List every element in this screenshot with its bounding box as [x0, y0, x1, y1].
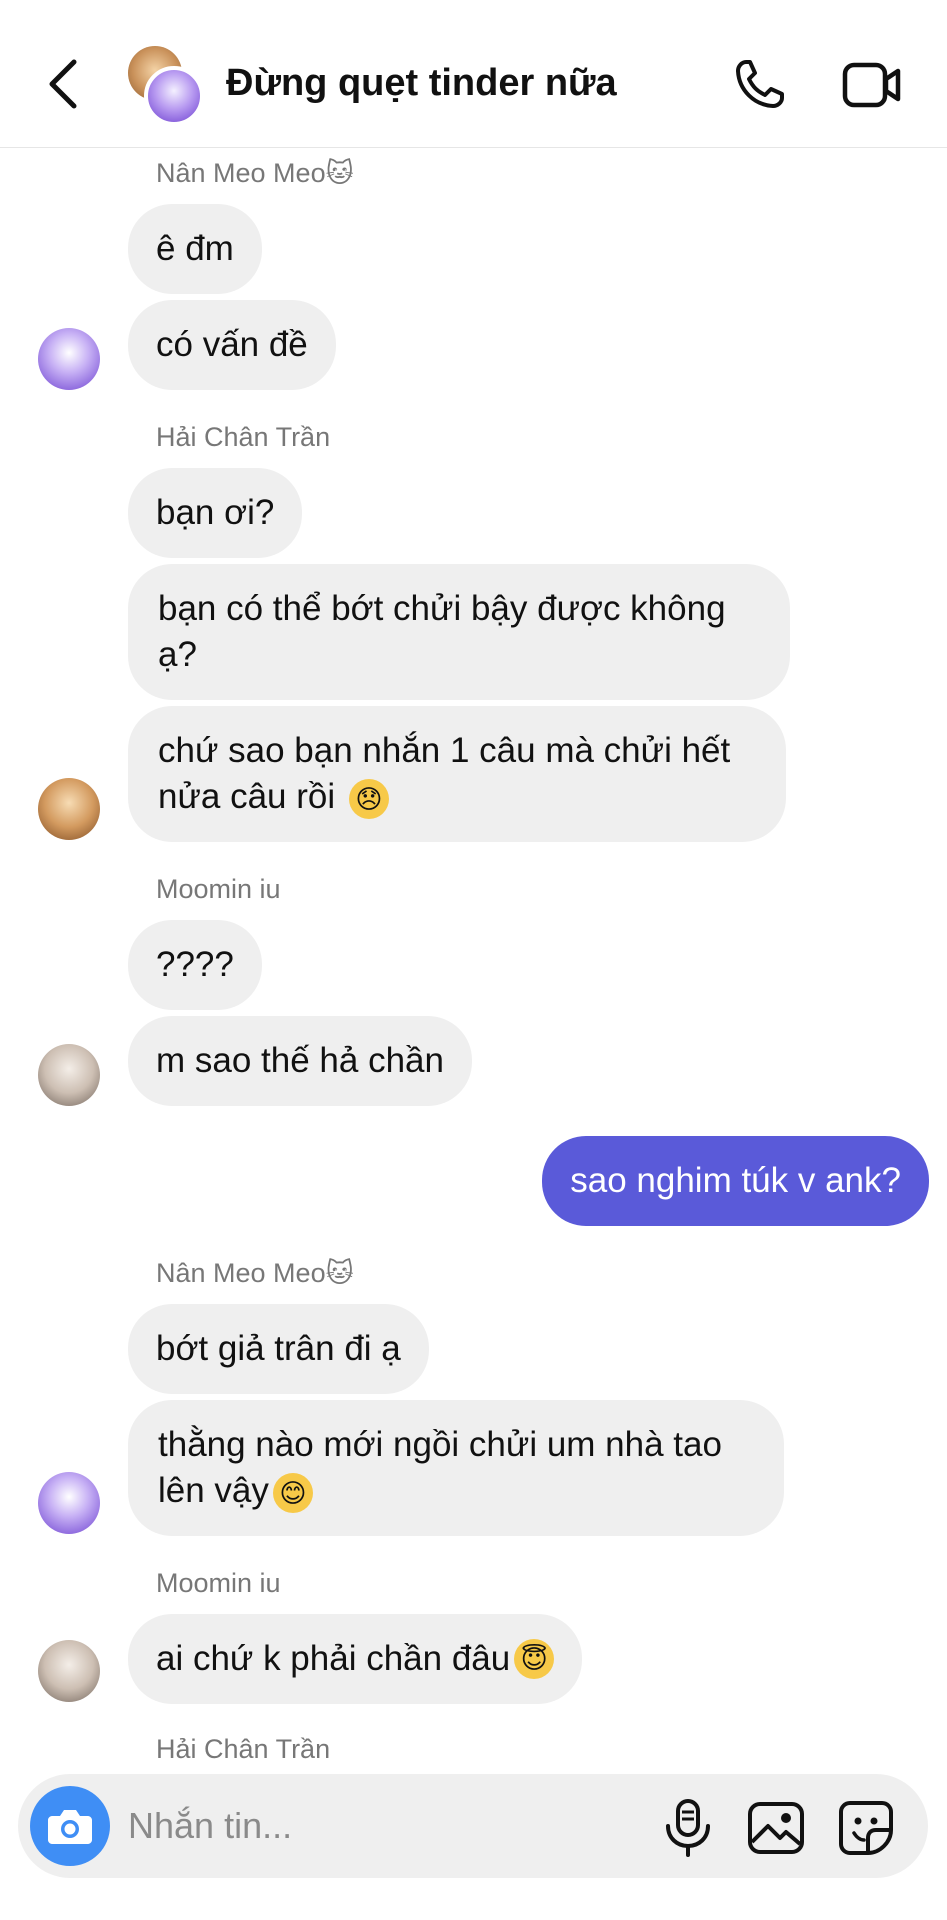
- message-text: thằng nào mới ngồi chửi um nhà tao: [158, 1425, 722, 1464]
- sender-name: Nân Meo Meo🐱: [156, 158, 354, 188]
- message-text: bạn ơi?: [156, 493, 275, 532]
- message-text: có vấn đề: [156, 325, 308, 364]
- sender-name: Nân Meo Meo🐱: [156, 1258, 354, 1288]
- message-text: ai chứ k phải chần đâu: [156, 1639, 511, 1678]
- message-text: lên vậy: [158, 1471, 269, 1510]
- video-call-icon[interactable]: [842, 60, 902, 110]
- halo-face-icon: 😇: [514, 1639, 555, 1679]
- message-text: bạn có thể bớt chửi bậy được không: [158, 589, 726, 628]
- phone-icon[interactable]: [732, 56, 788, 112]
- camera-icon: [48, 1810, 92, 1844]
- message-list[interactable]: Nân Meo Meo🐱 ê đm có vấn đề Hải Chân Trầ…: [0, 148, 947, 1770]
- message-text: ????: [156, 945, 234, 984]
- message-bubble[interactable]: chứ sao bạn nhắn 1 câu mà chửi hết nửa c…: [128, 706, 786, 842]
- avatar[interactable]: [38, 1472, 100, 1534]
- message-text: nửa câu rồi: [158, 777, 345, 816]
- camera-button[interactable]: [30, 1786, 110, 1866]
- message-bubble[interactable]: m sao thế hả chần: [128, 1016, 472, 1106]
- message-bubble[interactable]: bớt giả trân đi ạ: [128, 1304, 429, 1394]
- chat-title[interactable]: Đừng quẹt tinder nữa: [226, 62, 617, 105]
- message-bubble[interactable]: ????: [128, 920, 262, 1010]
- avatar[interactable]: [38, 778, 100, 840]
- message-bubble[interactable]: bạn ơi?: [128, 468, 303, 558]
- home-area: [0, 1878, 947, 1920]
- message-bubble[interactable]: ai chứ k phải chần đâu 😇: [128, 1614, 583, 1704]
- message-composer: [18, 1774, 928, 1878]
- avatar[interactable]: [38, 328, 100, 390]
- sticker-icon[interactable]: [836, 1798, 896, 1858]
- gallery-icon[interactable]: [746, 1798, 806, 1858]
- message-input[interactable]: [128, 1774, 628, 1878]
- message-bubble[interactable]: ê đm: [128, 204, 262, 294]
- avatar: [144, 66, 204, 126]
- sender-name: Moomin iu: [156, 874, 281, 904]
- message-text: ê đm: [156, 229, 234, 268]
- message-text: m sao thế hả chần: [156, 1041, 444, 1080]
- message-text: chứ sao bạn nhắn 1 câu mà chửi hết: [158, 731, 731, 770]
- sender-name: Hải Chân Trần: [156, 1734, 331, 1764]
- message-text: bớt giả trân đi ạ: [156, 1329, 401, 1368]
- chat-header: Đừng quẹt tinder nữa: [0, 0, 947, 148]
- message-bubble[interactable]: có vấn đề: [128, 300, 336, 390]
- message-bubble[interactable]: thằng nào mới ngồi chửi um nhà tao lên v…: [128, 1400, 784, 1536]
- smiling-face-icon: 😊: [272, 1472, 313, 1513]
- avatar[interactable]: [38, 1044, 100, 1106]
- avatar[interactable]: [38, 1640, 100, 1702]
- my-message-bubble[interactable]: sao nghim túk v ank?: [542, 1136, 929, 1226]
- sender-name: Moomin iu: [156, 1568, 281, 1598]
- sender-name: Hải Chân Trần: [156, 422, 331, 452]
- message-text: sao nghim túk v ank?: [570, 1161, 901, 1200]
- microphone-icon[interactable]: [660, 1798, 716, 1858]
- message-bubble[interactable]: bạn có thể bớt chửi bậy được không ạ?: [128, 564, 790, 700]
- message-text: ạ?: [158, 635, 197, 674]
- group-avatar[interactable]: [128, 46, 208, 126]
- back-chevron-icon[interactable]: [44, 56, 84, 112]
- disappointed-face-icon: 😞: [348, 778, 389, 819]
